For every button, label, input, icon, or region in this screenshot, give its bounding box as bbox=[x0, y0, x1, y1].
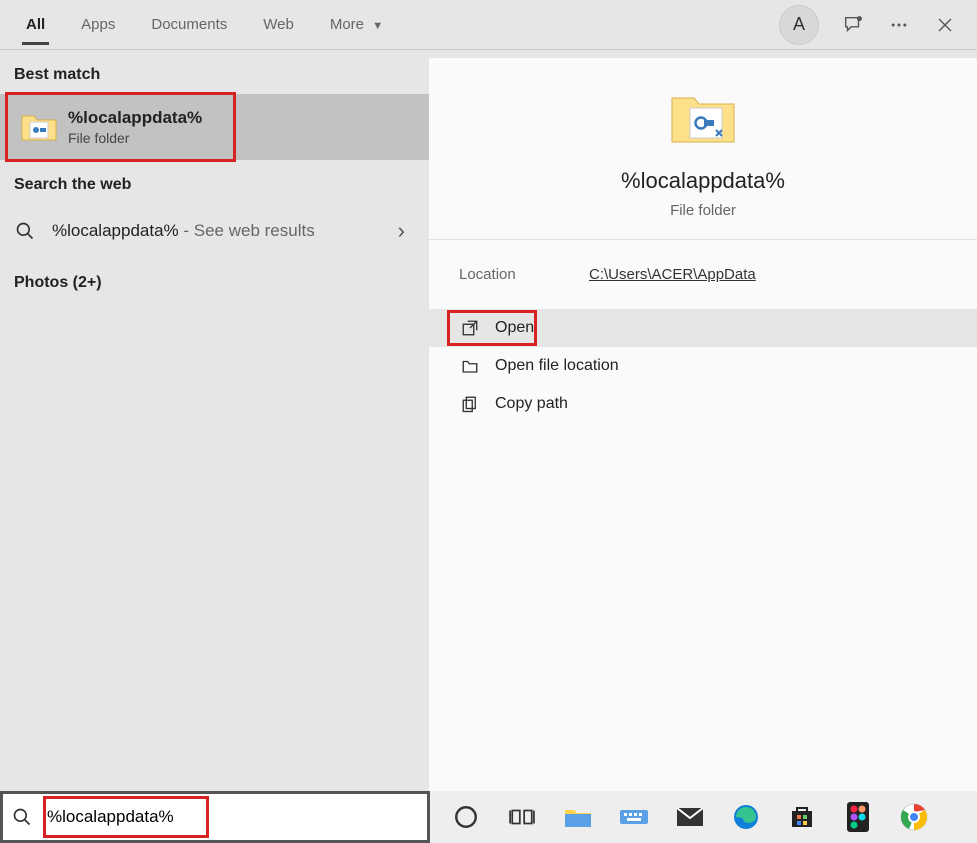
preview-panel: %localappdata% File folder Location C:\U… bbox=[429, 58, 977, 791]
tab-more-label: More bbox=[330, 16, 364, 33]
web-result-suffix: - See web results bbox=[179, 221, 315, 240]
taskbar bbox=[430, 791, 977, 843]
folder-icon bbox=[668, 88, 738, 148]
tab-web[interactable]: Web bbox=[245, 4, 312, 45]
open-icon bbox=[459, 319, 481, 337]
search-input[interactable] bbox=[41, 794, 427, 840]
action-open-location-label: Open file location bbox=[495, 357, 619, 375]
scope-tabs: All Apps Documents Web More ▼ bbox=[8, 4, 401, 45]
taskbar-mail-icon[interactable] bbox=[672, 799, 708, 835]
search-header: All Apps Documents Web More ▼ A bbox=[0, 0, 977, 50]
more-options-icon[interactable] bbox=[887, 13, 911, 37]
best-match-result[interactable]: %localappdata% File folder bbox=[0, 94, 429, 160]
taskbar-store-icon[interactable] bbox=[784, 799, 820, 835]
action-open[interactable]: Open bbox=[429, 309, 977, 347]
taskbar-file-explorer-icon[interactable] bbox=[560, 799, 596, 835]
action-copy-path-label: Copy path bbox=[495, 395, 568, 413]
taskbar-cortana-icon[interactable] bbox=[448, 799, 484, 835]
chevron-down-icon: ▼ bbox=[372, 20, 383, 32]
taskbar-figma-icon[interactable] bbox=[840, 799, 876, 835]
preview-header: %localappdata% File folder bbox=[429, 58, 977, 240]
best-match-title: %localappdata% bbox=[68, 108, 202, 128]
taskbar-chrome-icon[interactable] bbox=[896, 799, 932, 835]
web-result-query: %localappdata% bbox=[52, 221, 179, 240]
close-button[interactable] bbox=[933, 13, 957, 37]
best-match-text: %localappdata% File folder bbox=[68, 108, 202, 146]
taskbar-taskview-icon[interactable] bbox=[504, 799, 540, 835]
feedback-icon[interactable] bbox=[841, 13, 865, 37]
actions-list: Open Open file location Copy path bbox=[429, 309, 977, 423]
location-row: Location C:\Users\ACER\AppData bbox=[429, 240, 977, 309]
tab-more[interactable]: More ▼ bbox=[312, 4, 401, 45]
results-panel: Best match %localappdata% File folder Se… bbox=[0, 50, 429, 791]
photos-header[interactable]: Photos (2+) bbox=[0, 258, 429, 302]
search-bar bbox=[0, 791, 430, 843]
header-controls: A bbox=[779, 5, 957, 45]
chevron-right-icon: › bbox=[398, 218, 405, 244]
location-path[interactable]: C:\Users\ACER\AppData bbox=[589, 266, 756, 283]
folder-icon bbox=[20, 110, 58, 144]
copy-icon bbox=[459, 395, 481, 413]
user-avatar[interactable]: A bbox=[779, 5, 819, 45]
main-area: Best match %localappdata% File folder Se… bbox=[0, 50, 977, 791]
tab-apps[interactable]: Apps bbox=[63, 4, 133, 45]
search-icon bbox=[3, 807, 41, 827]
best-match-header: Best match bbox=[0, 50, 429, 94]
best-match-sub: File folder bbox=[68, 130, 202, 146]
tab-all[interactable]: All bbox=[8, 4, 63, 45]
taskbar-keyboard-icon[interactable] bbox=[616, 799, 652, 835]
folder-location-icon bbox=[459, 357, 481, 375]
taskbar-edge-icon[interactable] bbox=[728, 799, 764, 835]
search-icon bbox=[14, 220, 36, 242]
action-open-label: Open bbox=[495, 319, 534, 337]
preview-title: %localappdata% bbox=[621, 168, 785, 194]
location-label: Location bbox=[459, 266, 589, 283]
preview-sub: File folder bbox=[670, 202, 736, 219]
tab-documents[interactable]: Documents bbox=[133, 4, 245, 45]
action-open-location[interactable]: Open file location bbox=[429, 347, 977, 385]
search-web-header: Search the web bbox=[0, 160, 429, 204]
web-result[interactable]: %localappdata% - See web results › bbox=[0, 204, 429, 258]
web-result-text: %localappdata% - See web results bbox=[52, 221, 315, 241]
action-copy-path[interactable]: Copy path bbox=[429, 385, 977, 423]
